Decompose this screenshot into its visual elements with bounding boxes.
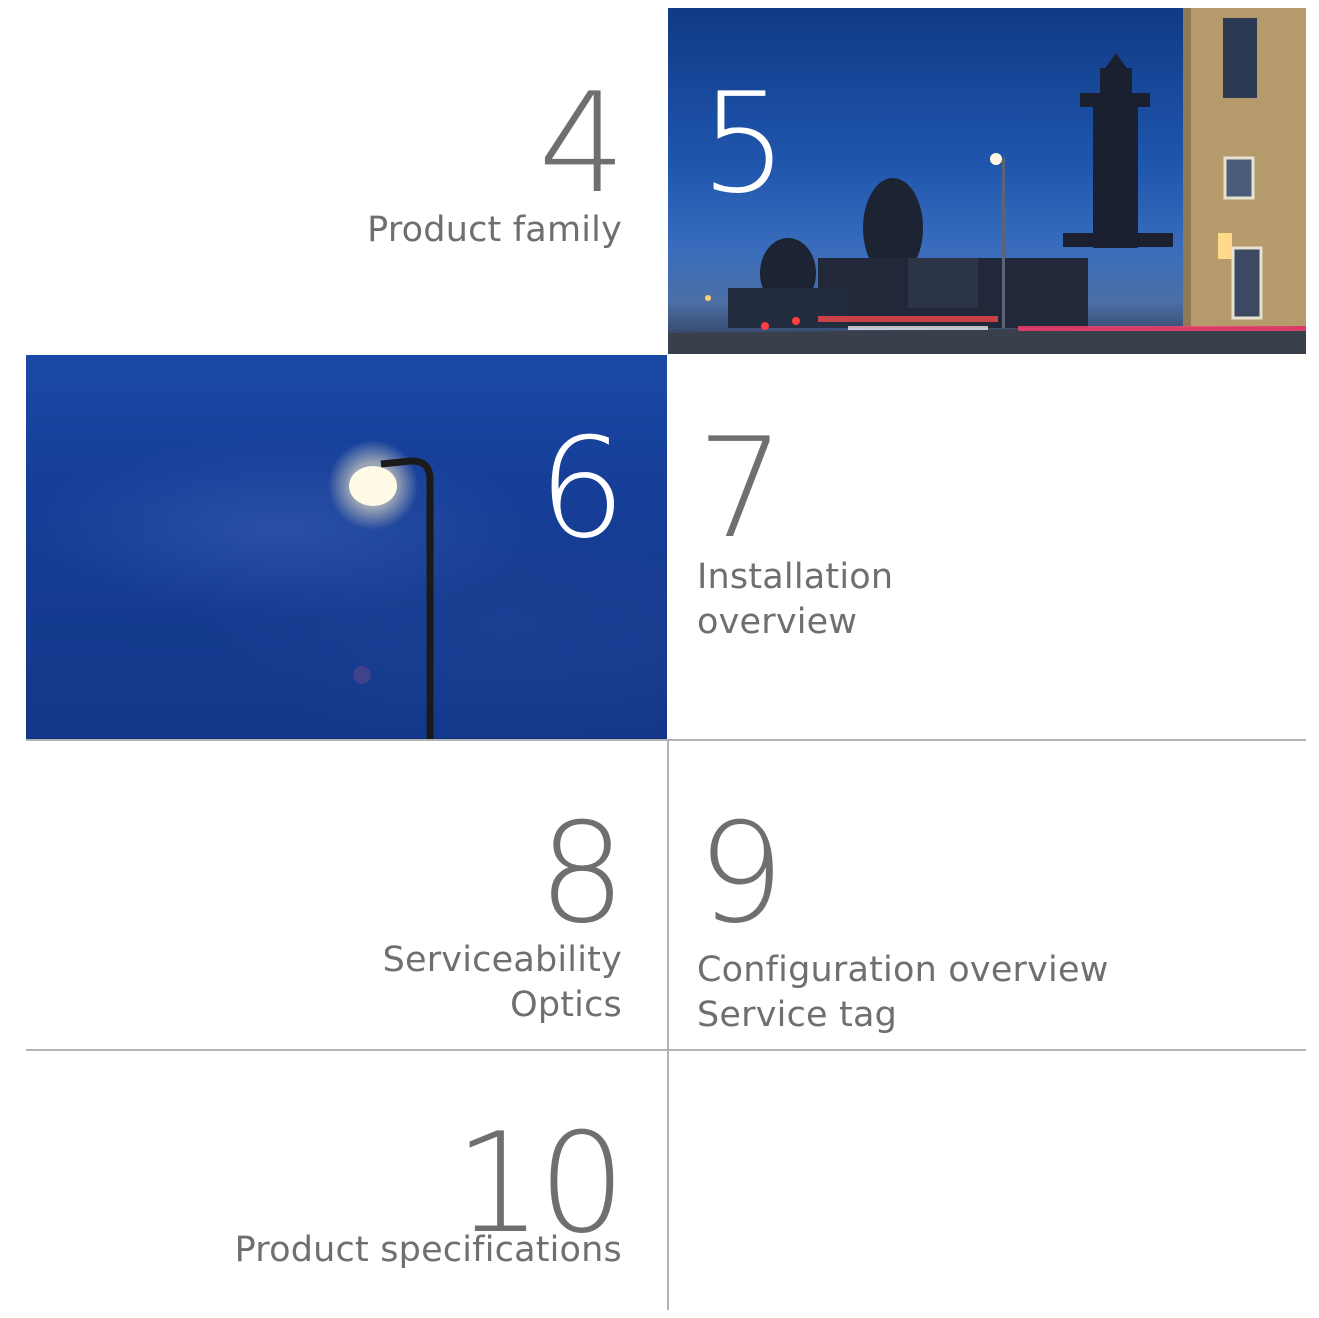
section-number-8: 8 bbox=[538, 793, 626, 954]
horizontal-divider-top bbox=[26, 739, 1306, 741]
label-line: Configuration overview bbox=[697, 950, 1109, 990]
label-line: Serviceability bbox=[382, 940, 622, 980]
section-label-configuration-service[interactable]: Configuration overview Service tag bbox=[697, 948, 1297, 1038]
label-line: Optics bbox=[510, 985, 622, 1025]
section-number-6: 6 bbox=[538, 408, 626, 569]
label-line: Service tag bbox=[697, 995, 898, 1035]
section-number-7: 7 bbox=[697, 408, 785, 569]
label-line: Product family bbox=[367, 210, 622, 250]
section-label-serviceability-optics[interactable]: Serviceability Optics bbox=[200, 938, 622, 1028]
vertical-divider bbox=[667, 739, 669, 1310]
horizontal-divider-bottom bbox=[26, 1049, 1306, 1051]
section-number-9: 9 bbox=[697, 793, 785, 954]
section-label-installation-overview[interactable]: Installation overview bbox=[697, 555, 1277, 645]
label-line: overview bbox=[697, 602, 858, 642]
label-line: Product specifications bbox=[234, 1230, 622, 1270]
section-number-5: 5 bbox=[700, 63, 788, 224]
section-number-4: 4 bbox=[538, 63, 626, 224]
section-label-product-specifications[interactable]: Product specifications bbox=[150, 1228, 622, 1273]
section-label-product-family[interactable]: Product family bbox=[200, 208, 622, 253]
label-line: Installation bbox=[697, 557, 894, 597]
